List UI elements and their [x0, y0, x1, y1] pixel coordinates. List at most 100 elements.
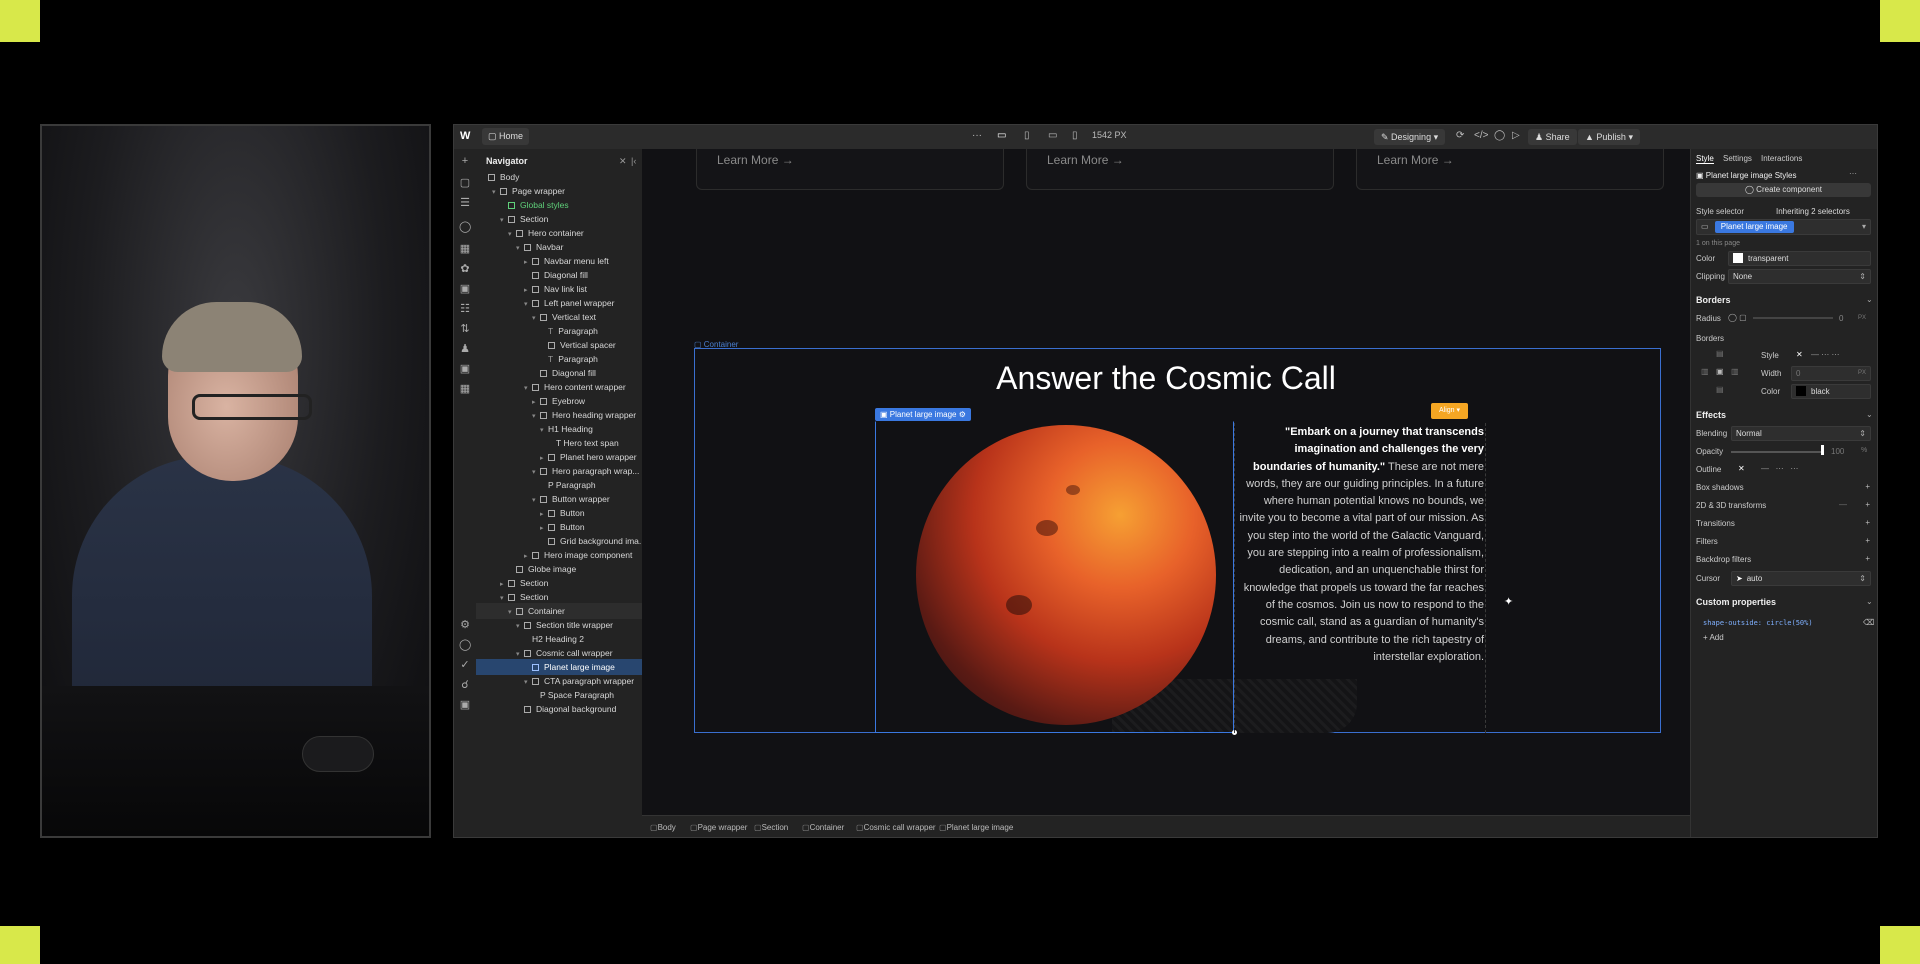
border-style-options[interactable]: — ⋯ ⋯ [1811, 350, 1839, 359]
breadcrumb-item[interactable]: Body [650, 823, 676, 832]
video-icon[interactable]: ▣ [459, 699, 471, 711]
align-badge[interactable]: Align ▾ [1431, 403, 1469, 419]
add-box-shadow-icon[interactable]: + [1865, 482, 1870, 491]
add-transition-icon[interactable]: + [1865, 518, 1870, 527]
navigator-icon[interactable]: ☰ [459, 197, 471, 209]
border-all-icon[interactable]: ▣ [1716, 367, 1724, 376]
selector-input[interactable]: ▭ Planet large image ▾ [1696, 219, 1871, 235]
comment-icon[interactable]: ◯ [1494, 130, 1505, 141]
audit-icon[interactable]: ◯ [459, 639, 471, 651]
cms-icon[interactable]: ☷ [459, 303, 471, 315]
add-icon[interactable]: + [459, 155, 471, 167]
preview-play-icon[interactable]: ▷ [1512, 130, 1520, 141]
border-right-icon[interactable]: ▥ [1731, 367, 1739, 376]
collapse-panel-icon[interactable]: |‹ [631, 156, 636, 166]
opacity-slider[interactable] [1731, 451, 1823, 453]
add-backdrop-filter-icon[interactable]: + [1865, 554, 1870, 563]
chevron-down-icon[interactable]: ⌄ [1866, 597, 1873, 606]
section-heading[interactable]: Answer the Cosmic Call [642, 360, 1690, 397]
apps-icon[interactable]: ▦ [459, 383, 471, 395]
border-width-input[interactable]: 0 PX [1791, 366, 1871, 381]
breadcrumb-item[interactable]: Container [802, 823, 845, 832]
more-icon[interactable]: ⋯ [1849, 169, 1857, 178]
ecommerce-icon[interactable]: ▣ [459, 363, 471, 375]
border-bottom-icon[interactable]: ▤ [1716, 385, 1724, 394]
cursor-select[interactable]: ➤ auto ⇕ [1731, 571, 1871, 586]
learn-more-link[interactable]: Learn More → [717, 153, 794, 167]
chevron-down-icon[interactable]: ⌄ [1866, 410, 1873, 419]
filters-row[interactable]: Filters [1696, 537, 1718, 546]
mobile-breakpoint-icon[interactable]: ▯ [1072, 130, 1078, 141]
add-custom-property-button[interactable]: + Add [1703, 633, 1724, 642]
add-filter-icon[interactable]: + [1865, 536, 1870, 545]
publish-button[interactable]: ▲ Publish ▾ [1578, 129, 1640, 145]
styles-icon[interactable]: ✿ [459, 263, 471, 275]
page-name: Home [499, 131, 524, 141]
cta-paragraph[interactable]: "Embark on a journey that transcends ima… [1236, 424, 1484, 666]
radius-value[interactable]: 0 [1839, 314, 1843, 323]
transforms-row[interactable]: 2D & 3D transforms [1696, 501, 1766, 510]
nav-item-diagonal-background[interactable]: Diagonal background [476, 701, 642, 717]
settings-icon[interactable]: ⚙ [459, 619, 471, 631]
box-icon [524, 244, 531, 251]
border-left-icon[interactable]: ▥ [1701, 367, 1709, 376]
add-transform-icon[interactable]: + [1865, 500, 1870, 509]
landscape-breakpoint-icon[interactable]: ▭ [1048, 130, 1057, 141]
nav-item-label: Planet hero wrapper [560, 452, 637, 462]
page-selector[interactable]: ▢ Home [482, 128, 530, 145]
link-icon [548, 524, 555, 531]
backdrop-filters-row[interactable]: Backdrop filters [1696, 555, 1751, 564]
tab-settings[interactable]: Settings [1723, 154, 1752, 163]
color-field[interactable]: transparent [1728, 251, 1871, 266]
opacity-slider-thumb[interactable] [1821, 445, 1824, 455]
custom-properties-title[interactable]: Custom properties [1696, 597, 1776, 607]
breadcrumb-item[interactable]: Page wrapper [690, 823, 748, 832]
share-button[interactable]: ♟ Share [1528, 129, 1577, 145]
radius-slider[interactable] [1753, 317, 1833, 319]
mode-dropdown[interactable]: ✎ Designing ▾ [1374, 129, 1446, 145]
tab-style[interactable]: Style [1696, 154, 1714, 164]
chevron-down-icon[interactable]: ▾ [1862, 220, 1866, 233]
selector-chip[interactable]: Planet large image [1714, 221, 1794, 233]
variables-icon[interactable]: ▦ [459, 243, 471, 255]
create-component-button[interactable]: ◯ Create component [1696, 183, 1871, 197]
learn-more-link[interactable]: Learn More → [1047, 153, 1124, 167]
desktop-breakpoint-icon[interactable]: ▭ [997, 130, 1006, 141]
border-top-icon[interactable]: ▤ [1716, 349, 1724, 358]
close-icon[interactable]: ✕ [619, 156, 627, 167]
outline-style-options[interactable]: — ⋯ ⋯ [1761, 464, 1798, 473]
breadcrumb-item[interactable]: Cosmic call wrapper [856, 823, 936, 832]
borders-section-title[interactable]: Borders [1696, 295, 1731, 305]
border-style-none-icon[interactable]: ✕ [1796, 350, 1803, 359]
selected-element-tag[interactable]: ▣ Planet large image ⚙ [875, 408, 971, 421]
outline-none-icon[interactable]: ✕ [1738, 464, 1745, 473]
box-shadows-row[interactable]: Box shadows [1696, 483, 1744, 492]
custom-property-entry[interactable]: shape-outside: circle(50%) [1703, 619, 1813, 627]
pages-icon[interactable]: ▢ [459, 177, 471, 189]
breadcrumb-item[interactable]: Planet large image [939, 823, 1014, 832]
learn-more-link[interactable]: Learn More → [1377, 153, 1454, 167]
trash-icon[interactable]: ⌫ [1863, 618, 1874, 627]
design-canvas[interactable]: Learn More → Learn More → Learn More → ▢… [642, 149, 1690, 815]
tab-interactions[interactable]: Interactions [1761, 154, 1802, 163]
webflow-logo[interactable]: W [460, 130, 470, 142]
chevron-down-icon[interactable]: ⌄ [1866, 295, 1873, 304]
more-menu-icon[interactable]: ··· [972, 130, 982, 141]
sync-icon[interactable]: ⟳ [1456, 130, 1464, 141]
tablet-breakpoint-icon[interactable]: ▯ [1024, 130, 1030, 141]
checklist-icon[interactable]: ✓ [459, 659, 471, 671]
effects-section-title[interactable]: Effects [1696, 410, 1726, 420]
clipping-select[interactable]: None ⇕ [1728, 269, 1871, 284]
opacity-value[interactable]: 100 [1831, 447, 1844, 456]
users-icon[interactable]: ♟ [459, 343, 471, 355]
search-icon[interactable]: ☌ [459, 679, 471, 691]
logic-icon[interactable]: ⇅ [459, 323, 471, 335]
code-icon[interactable]: </> [1474, 130, 1488, 141]
radius-mode-icons[interactable]: ◯ ▢ [1728, 313, 1747, 322]
components-icon[interactable]: ◯ [459, 221, 471, 233]
breadcrumb-item[interactable]: Section [754, 823, 789, 832]
assets-icon[interactable]: ▣ [459, 283, 471, 295]
transitions-row[interactable]: Transitions [1696, 519, 1735, 528]
border-color-field[interactable]: black [1791, 384, 1871, 399]
blending-select[interactable]: Normal ⇕ [1731, 426, 1871, 441]
